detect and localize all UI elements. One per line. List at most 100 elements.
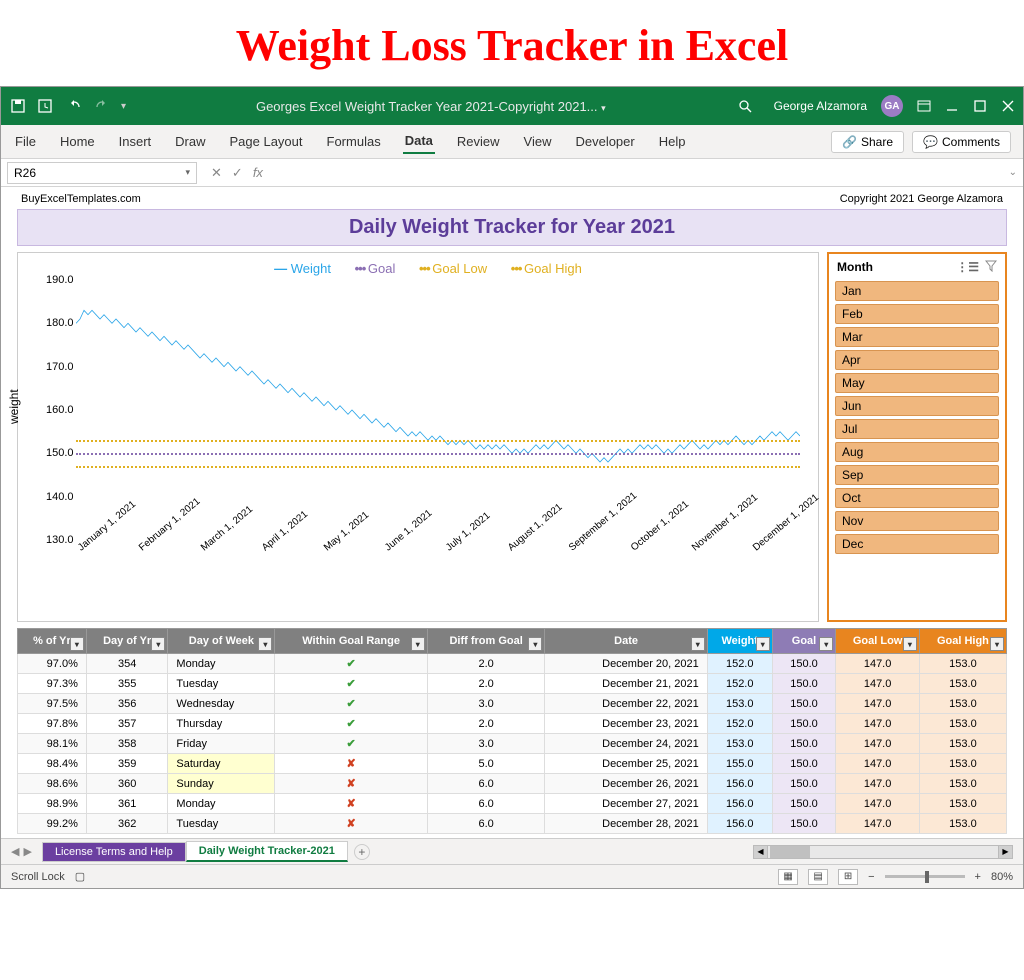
slicer-item-nov[interactable]: Nov <box>835 511 999 531</box>
macro-icon[interactable]: ▢ <box>75 870 85 883</box>
table-row: 97.5%356Wednesday✔3.0December 22, 202115… <box>18 694 1007 714</box>
filter-icon[interactable]: ▾ <box>411 637 425 651</box>
ribbon-tab-pagelayout[interactable]: Page Layout <box>228 130 305 153</box>
search-icon[interactable] <box>736 97 754 115</box>
close-icon[interactable] <box>1001 99 1015 113</box>
ribbon-tab-review[interactable]: Review <box>455 130 502 153</box>
add-sheet-button[interactable]: + <box>354 844 370 860</box>
col-header[interactable]: Goal▾ <box>772 629 836 654</box>
filter-icon[interactable]: ▾ <box>756 637 770 651</box>
col-header[interactable]: Day of Week▾ <box>168 629 275 654</box>
table-row: 97.8%357Thursday✔2.0December 23, 2021152… <box>18 714 1007 734</box>
zoom-out-icon[interactable]: − <box>868 871 874 883</box>
maximize-icon[interactable] <box>973 99 987 113</box>
filter-icon[interactable]: ▾ <box>691 637 705 651</box>
col-header[interactable]: Weight▾ <box>707 629 772 654</box>
scroll-lock-label: Scroll Lock <box>11 871 65 883</box>
sheet-tab-bar: ◀ ▶ License Terms and Help Daily Weight … <box>1 838 1023 864</box>
multiselect-icon[interactable]: ⋮☰ <box>956 260 979 275</box>
page-break-view-icon[interactable]: ⊞ <box>838 869 858 885</box>
ribbon-tab-help[interactable]: Help <box>657 130 688 153</box>
filter-icon[interactable]: ▾ <box>151 637 165 651</box>
col-header[interactable]: % of Yr▾ <box>18 629 87 654</box>
sheet-tab-tracker[interactable]: Daily Weight Tracker-2021 <box>186 841 348 862</box>
slicer-item-feb[interactable]: Feb <box>835 304 999 324</box>
slicer-item-mar[interactable]: Mar <box>835 327 999 347</box>
col-header[interactable]: Goal Low▾ <box>836 629 920 654</box>
table-row: 97.0%354Monday✔2.0December 20, 2021152.0… <box>18 654 1007 674</box>
name-box[interactable]: R26▾ <box>7 162 197 184</box>
slicer-item-aug[interactable]: Aug <box>835 442 999 462</box>
y-tick: 140.0 <box>46 491 74 503</box>
comments-button[interactable]: 💬Comments <box>912 131 1011 153</box>
filter-icon[interactable]: ▾ <box>258 637 272 651</box>
zoom-level[interactable]: 80% <box>991 871 1013 883</box>
slicer-item-apr[interactable]: Apr <box>835 350 999 370</box>
col-header[interactable]: Within Goal Range▾ <box>275 629 427 654</box>
titlebar: ▾ Georges Excel Weight Tracker Year 2021… <box>1 87 1023 125</box>
redo-icon[interactable] <box>93 97 111 115</box>
tab-nav-prev-icon[interactable]: ◀ <box>11 845 19 858</box>
accept-formula-icon[interactable]: ✓ <box>232 165 243 181</box>
zoom-in-icon[interactable]: + <box>975 871 981 883</box>
slicer-title: Month <box>837 260 873 275</box>
filter-icon[interactable]: ▾ <box>70 637 84 651</box>
col-header[interactable]: Day of Yr▾ <box>86 629 168 654</box>
fx-icon[interactable]: fx <box>253 165 263 181</box>
slicer-item-jun[interactable]: Jun <box>835 396 999 416</box>
share-button[interactable]: 🔗Share <box>831 131 904 153</box>
slicer-item-oct[interactable]: Oct <box>835 488 999 508</box>
y-tick: 190.0 <box>46 274 74 286</box>
ribbon-tab-developer[interactable]: Developer <box>573 130 636 153</box>
tab-nav-next-icon[interactable]: ▶ <box>23 845 31 858</box>
user-name: George Alzamora <box>774 99 867 113</box>
undo-icon[interactable] <box>65 97 83 115</box>
page-banner: Weight Loss Tracker in Excel <box>0 0 1024 86</box>
slicer-item-may[interactable]: May <box>835 373 999 393</box>
ribbon-tab-view[interactable]: View <box>522 130 554 153</box>
table-row: 98.1%358Friday✔3.0December 24, 2021153.0… <box>18 734 1007 754</box>
weight-chart[interactable]: Weight Goal Goal Low Goal High weight 13… <box>17 252 819 622</box>
ribbon-tab-file[interactable]: File <box>13 130 38 153</box>
slicer-item-jul[interactable]: Jul <box>835 419 999 439</box>
slicer-item-dec[interactable]: Dec <box>835 534 999 554</box>
clear-filter-icon[interactable] <box>985 260 997 275</box>
minimize-icon[interactable] <box>945 99 959 113</box>
ribbon-tab-data[interactable]: Data <box>403 129 435 154</box>
cancel-formula-icon[interactable]: ✕ <box>211 165 222 181</box>
autosave-icon[interactable] <box>37 97 55 115</box>
goal-line <box>76 453 800 455</box>
col-header[interactable]: Diff from Goal▾ <box>427 629 545 654</box>
ribbon: File Home Insert Draw Page Layout Formul… <box>1 125 1023 159</box>
y-axis-label: weight <box>7 389 21 424</box>
window-title: Georges Excel Weight Tracker Year 2021-C… <box>126 99 736 114</box>
goal_high-line <box>76 440 800 442</box>
ribbon-tab-home[interactable]: Home <box>58 130 97 153</box>
formula-input[interactable] <box>271 162 1003 184</box>
formula-expand-icon[interactable]: ⌄ <box>1003 167 1023 178</box>
col-header[interactable]: Goal High▾ <box>919 629 1006 654</box>
horizontal-scrollbar[interactable]: ◀▶ <box>753 845 1013 859</box>
filter-icon[interactable]: ▾ <box>528 637 542 651</box>
sheet-tab-license[interactable]: License Terms and Help <box>42 842 186 862</box>
ribbon-tab-draw[interactable]: Draw <box>173 130 207 153</box>
formula-bar: R26▾ ✕ ✓ fx ⌄ <box>1 159 1023 187</box>
ribbon-tab-insert[interactable]: Insert <box>117 130 154 153</box>
zoom-slider[interactable] <box>885 875 965 878</box>
table-row: 97.3%355Tuesday✔2.0December 21, 2021152.… <box>18 674 1007 694</box>
filter-icon[interactable]: ▾ <box>903 637 917 651</box>
save-icon[interactable] <box>9 97 27 115</box>
ribbon-options-icon[interactable] <box>917 99 931 113</box>
filter-icon[interactable]: ▾ <box>819 637 833 651</box>
filter-icon[interactable]: ▾ <box>990 637 1004 651</box>
page-layout-view-icon[interactable]: ▤ <box>808 869 828 885</box>
y-tick: 150.0 <box>46 447 74 459</box>
slicer-item-jan[interactable]: Jan <box>835 281 999 301</box>
user-avatar[interactable]: GA <box>881 95 903 117</box>
y-tick: 160.0 <box>46 404 74 416</box>
normal-view-icon[interactable]: ▦ <box>778 869 798 885</box>
ribbon-tab-formulas[interactable]: Formulas <box>325 130 383 153</box>
col-header[interactable]: Date▾ <box>545 629 707 654</box>
slicer-item-sep[interactable]: Sep <box>835 465 999 485</box>
table-row: 98.4%359Saturday✘5.0December 25, 2021155… <box>18 754 1007 774</box>
